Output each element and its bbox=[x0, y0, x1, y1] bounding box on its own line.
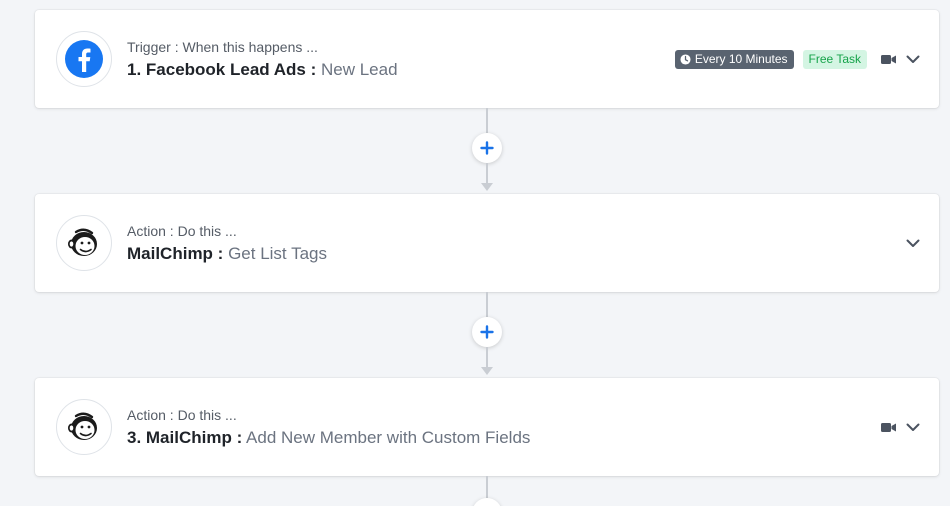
step-text: Action : Do this ... MailChimp : Get Lis… bbox=[127, 222, 327, 265]
connector-line bbox=[486, 347, 488, 367]
facebook-app-icon bbox=[56, 31, 112, 87]
video-camera-icon bbox=[880, 422, 896, 432]
step-event-name: Get List Tags bbox=[228, 244, 327, 263]
step-app-name: MailChimp : bbox=[127, 244, 224, 263]
connector-line bbox=[486, 476, 488, 498]
video-tutorial-button[interactable] bbox=[880, 51, 896, 67]
video-camera-icon bbox=[880, 54, 896, 64]
free-task-badge: Free Task bbox=[802, 49, 867, 69]
step-title: 3. MailChimp : Add New Member with Custo… bbox=[127, 427, 530, 449]
chevron-down-icon bbox=[906, 239, 920, 247]
chevron-down-icon bbox=[906, 423, 920, 431]
step-event-name: Add New Member with Custom Fields bbox=[246, 428, 531, 447]
add-step-button[interactable] bbox=[472, 317, 502, 347]
plus-icon bbox=[480, 325, 494, 339]
step-app-name: 3. MailChimp : bbox=[127, 428, 243, 447]
step-kind-label: Action : Do this ... bbox=[127, 407, 237, 423]
step-tools: Every 10 Minutes Free Task bbox=[674, 10, 921, 108]
step-kind-label: Trigger : When this happens ... bbox=[127, 39, 318, 55]
free-task-label: Free Task bbox=[808, 52, 861, 66]
mailchimp-app-icon bbox=[56, 215, 112, 271]
expand-step-button[interactable] bbox=[905, 51, 921, 67]
add-step-button[interactable] bbox=[472, 133, 502, 163]
step-tools bbox=[905, 194, 921, 292]
step-tools bbox=[880, 378, 921, 476]
step-kind-label: Action : Do this ... bbox=[127, 223, 237, 239]
step-text: Action : Do this ... 3. MailChimp : Add … bbox=[127, 406, 530, 449]
schedule-badge[interactable]: Every 10 Minutes bbox=[674, 49, 794, 69]
arrow-down-icon bbox=[481, 183, 493, 191]
schedule-label: Every 10 Minutes bbox=[694, 52, 788, 66]
mailchimp-app-icon bbox=[56, 399, 112, 455]
plus-icon bbox=[480, 141, 494, 155]
step-card-trigger[interactable]: Trigger : When this happens ... 1. Faceb… bbox=[35, 10, 939, 108]
step-title: MailChimp : Get List Tags bbox=[127, 243, 327, 265]
connector-line bbox=[486, 108, 488, 133]
step-card-action-3[interactable]: Action : Do this ... 3. MailChimp : Add … bbox=[35, 378, 939, 476]
video-tutorial-button[interactable] bbox=[880, 419, 896, 435]
expand-step-button[interactable] bbox=[905, 419, 921, 435]
clock-icon bbox=[680, 53, 691, 65]
add-step-button[interactable] bbox=[472, 498, 502, 506]
arrow-down-icon bbox=[481, 367, 493, 375]
expand-step-button[interactable] bbox=[905, 235, 921, 251]
step-event-name: New Lead bbox=[320, 60, 398, 79]
facebook-icon bbox=[65, 40, 103, 78]
step-card-action-2[interactable]: Action : Do this ... MailChimp : Get Lis… bbox=[35, 194, 939, 292]
chevron-down-icon bbox=[906, 55, 920, 63]
connector-line bbox=[486, 292, 488, 317]
mailchimp-icon bbox=[65, 224, 103, 262]
step-app-name: 1. Facebook Lead Ads : bbox=[127, 60, 317, 79]
connector-line bbox=[486, 163, 488, 183]
mailchimp-icon bbox=[65, 408, 103, 446]
step-text: Trigger : When this happens ... 1. Faceb… bbox=[127, 38, 398, 81]
step-title: 1. Facebook Lead Ads : New Lead bbox=[127, 59, 398, 81]
